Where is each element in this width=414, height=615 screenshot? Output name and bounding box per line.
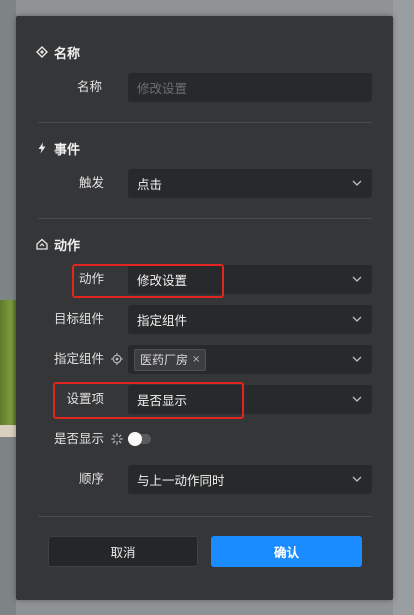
confirm-button[interactable]: 确认 <box>211 536 362 567</box>
chevron-down-icon <box>352 356 362 362</box>
highlight-box-setting-item <box>53 382 244 419</box>
name-label: 名称 <box>76 79 102 94</box>
section-action-title: 动作 <box>36 234 80 254</box>
specified-component-label: 指定组件 <box>54 351 105 366</box>
loading-spinner-icon <box>111 433 123 445</box>
divider <box>38 218 372 219</box>
toggle-knob <box>128 432 142 446</box>
target-component-label: 目标组件 <box>54 311 105 326</box>
cancel-button[interactable]: 取消 <box>48 536 198 567</box>
tag-close-icon[interactable]: × <box>192 354 200 365</box>
is-visible-label: 是否显示 <box>54 431 105 446</box>
highlight-box-action <box>72 264 224 298</box>
chevron-down-icon <box>352 180 362 186</box>
section-event-title: 事件 <box>36 138 80 158</box>
scene-background-right <box>393 0 414 615</box>
interaction-settings-dialog: 名称 名称 修改设置 事件 触发 点击 动作 动作 修改设置 目标组件 指定组件… <box>16 16 393 600</box>
chevron-down-icon <box>352 316 362 322</box>
order-select[interactable]: 与上一动作同时 <box>128 465 372 494</box>
divider <box>38 122 372 123</box>
trigger-label: 触发 <box>78 175 104 190</box>
action-icon <box>36 238 48 250</box>
lightning-icon <box>36 142 48 154</box>
is-visible-toggle[interactable] <box>128 432 151 446</box>
section-name-title: 名称 <box>36 42 80 62</box>
chevron-down-icon <box>352 396 362 402</box>
trigger-select[interactable]: 点击 <box>128 169 372 198</box>
name-input[interactable]: 修改设置 <box>128 73 372 102</box>
name-placeholder: 修改设置 <box>137 81 188 96</box>
chevron-down-icon <box>352 476 362 482</box>
scene-wall <box>0 425 16 437</box>
order-label: 顺序 <box>78 471 104 486</box>
component-tag: 医药厂房 × <box>134 348 207 371</box>
chevron-down-icon <box>352 276 362 282</box>
component-tag-label: 医药厂房 <box>140 353 189 367</box>
trigger-value: 点击 <box>137 177 163 192</box>
diamond-icon <box>36 46 48 58</box>
divider <box>38 516 372 517</box>
specified-component-select[interactable]: 医药厂房 × <box>128 345 372 374</box>
target-picker-icon[interactable] <box>111 353 123 365</box>
order-value: 与上一动作同时 <box>137 473 225 488</box>
target-component-value: 指定组件 <box>137 313 188 328</box>
target-component-select[interactable]: 指定组件 <box>128 305 372 334</box>
